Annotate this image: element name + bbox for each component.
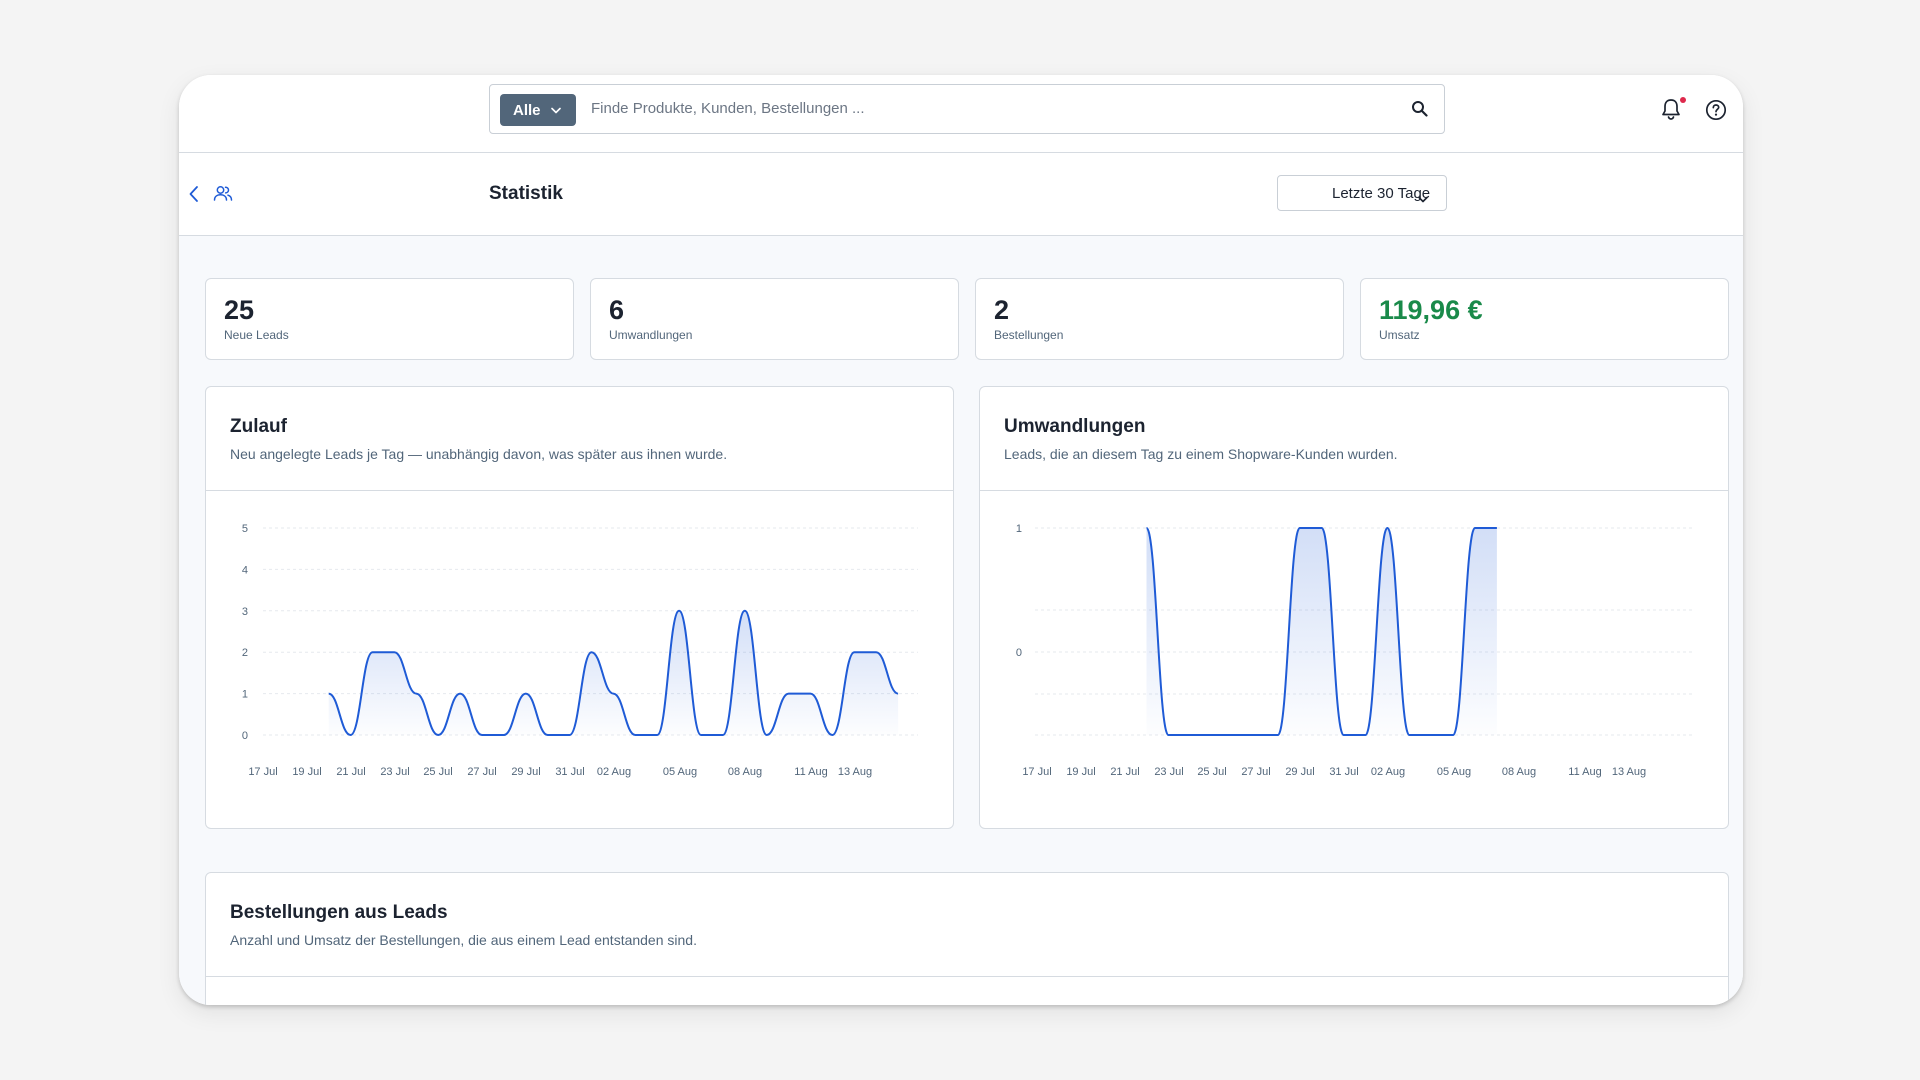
y-tick-label: 1 [1016,523,1022,535]
kpi-card-orders: 2 Bestellungen [975,278,1344,360]
series-area [1146,528,1497,735]
notification-bell-icon[interactable] [1660,97,1682,126]
search-icon[interactable] [1411,100,1428,122]
x-tick-label: 21 Jul [1110,766,1139,778]
date-range-select[interactable]: Letzte 30 Tage [1277,175,1447,211]
x-tick-label: 11 Aug [794,766,827,778]
x-tick-label: 23 Jul [380,766,409,778]
series-area [328,610,899,735]
card-header: Zulauf Neu angelegte Leads je Tag — unab… [206,387,953,491]
zulauf-chart: 0 1 2 3 4 5 17 Jul 19 Jul 21 Jul 23 Jul 25 Jul 27 J… [242,523,918,778]
kpi-card-revenue: 119,96 € Umsatz [1360,278,1729,360]
search-scope-label: Alle [513,101,541,119]
kpi-value: 119,96 € [1379,295,1483,325]
y-tick-label: 0 [242,730,248,742]
x-tick-label: 29 Jul [1285,766,1314,778]
umwandlungen-chart: 1 0 17 Jul 19 Jul 21 Jul 23 Jul 25 Jul 27 Jul 29… [1016,523,1692,778]
x-tick-label: 02 Aug [597,766,631,778]
users-icon[interactable] [213,184,233,207]
card-description: Neu angelegte Leads je Tag — unabhängig … [230,446,728,462]
x-tick-label: 27 Jul [467,766,496,778]
x-tick-label: 11 Aug [1568,766,1601,778]
card-zulauf: Zulauf Neu angelegte Leads je Tag — unab… [205,386,954,829]
card-header: Umwandlungen Leads, die an diesem Tag zu… [980,387,1728,491]
x-tick-label: 25 Jul [423,766,452,778]
search-input[interactable]: Finde Produkte, Kunden, Bestellungen ... [591,100,865,117]
kpi-label: Umsatz [1379,328,1420,342]
kpi-label: Bestellungen [994,328,1064,342]
notification-badge [1680,97,1686,103]
card-description: Leads, die an diesem Tag zu einem Shopwa… [1004,446,1398,462]
kpi-label: Neue Leads [224,328,289,342]
x-tick-label: 31 Jul [555,766,584,778]
chevron-down-icon [550,107,561,114]
x-tick-label: 27 Jul [1241,766,1270,778]
top-bar: Alle Finde Produkte, Kunden, Bestellunge… [179,75,1743,153]
kpi-card-new-leads: 25 Neue Leads [205,278,574,360]
x-tick-label: 25 Jul [1197,766,1226,778]
kpi-value: 2 [994,295,1010,325]
x-tick-label: 29 Jul [511,766,540,778]
x-tick-label: 05 Aug [663,766,697,778]
y-tick-label: 3 [242,606,248,618]
x-tick-label: 13 Aug [838,766,872,778]
kpi-label: Umwandlungen [609,328,693,342]
y-tick-label: 5 [242,523,248,535]
y-tick-label: 4 [242,564,248,576]
card-title: Bestellungen aus Leads [230,902,448,923]
card-header: Bestellungen aus Leads Anzahl und Umsatz… [206,873,1728,977]
card-title: Zulauf [230,416,287,437]
x-tick-label: 31 Jul [1329,766,1358,778]
y-tick-label: 0 [1016,647,1022,659]
page-title: Statistik [489,183,563,204]
x-tick-label: 21 Jul [336,766,365,778]
x-tick-label: 02 Aug [1371,766,1405,778]
global-search: Alle Finde Produkte, Kunden, Bestellunge… [489,84,1445,134]
app-window: Alle Finde Produkte, Kunden, Bestellunge… [179,75,1743,1005]
y-tick-label: 2 [242,647,248,659]
x-tick-label: 19 Jul [292,766,321,778]
x-tick-label: 08 Aug [1502,766,1536,778]
chevron-down-icon [1418,190,1428,208]
x-tick-label: 17 Jul [248,766,277,778]
y-tick-label: 1 [242,689,248,701]
help-icon[interactable] [1705,99,1727,126]
x-tick-label: 08 Aug [728,766,762,778]
x-tick-label: 13 Aug [1612,766,1646,778]
back-chevron-icon[interactable] [188,185,200,208]
kpi-card-conversions: 6 Umwandlungen [590,278,959,360]
x-tick-label: 05 Aug [1437,766,1471,778]
statistics-content: 25 Neue Leads 6 Umwandlungen 2 Bestellun… [179,236,1743,1005]
card-bestellungen: Bestellungen aus Leads Anzahl und Umsatz… [205,872,1729,1005]
card-title: Umwandlungen [1004,416,1146,437]
page-header: Statistik Letzte 30 Tage [179,153,1743,236]
kpi-value: 25 [224,295,255,325]
kpi-value: 6 [609,295,625,325]
x-tick-label: 19 Jul [1066,766,1095,778]
x-tick-label: 23 Jul [1154,766,1183,778]
card-umwandlungen: Umwandlungen Leads, die an diesem Tag zu… [979,386,1729,829]
search-scope-dropdown[interactable]: Alle [500,94,576,126]
x-tick-label: 17 Jul [1022,766,1051,778]
card-description: Anzahl und Umsatz der Bestellungen, die … [230,932,697,948]
date-range-label: Letzte 30 Tage [1332,185,1431,202]
